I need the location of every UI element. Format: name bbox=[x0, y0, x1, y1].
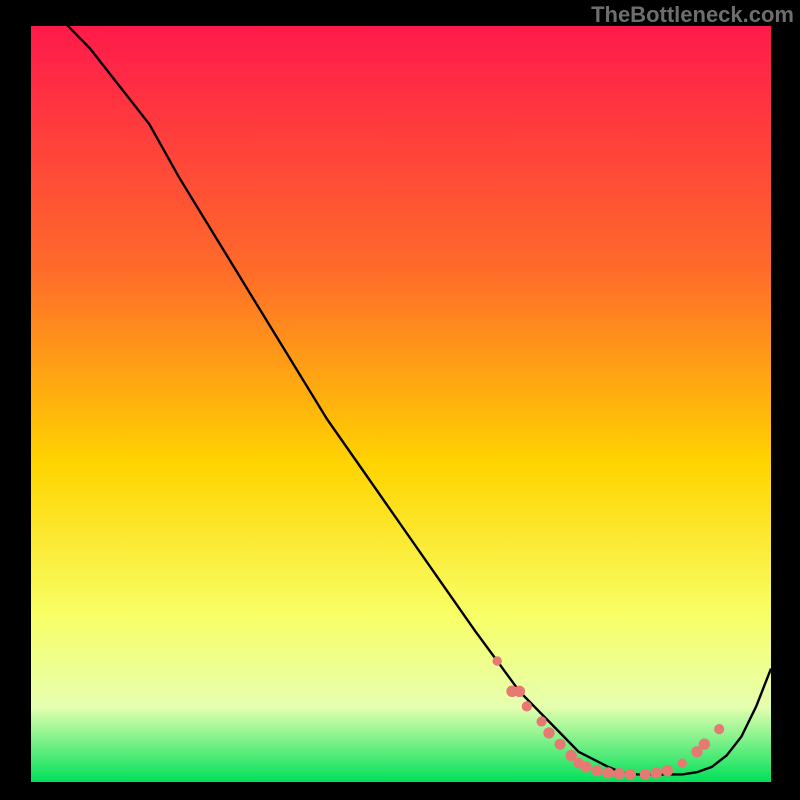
plot-area bbox=[31, 26, 771, 782]
valley-marker bbox=[699, 739, 709, 749]
valley-marker bbox=[614, 769, 624, 779]
valley-marker bbox=[581, 762, 591, 772]
valley-marker bbox=[514, 686, 524, 696]
valley-marker bbox=[566, 750, 576, 760]
valley-marker bbox=[715, 725, 724, 734]
valley-marker bbox=[592, 766, 602, 776]
valley-marker bbox=[603, 768, 613, 778]
valley-marker bbox=[625, 769, 635, 779]
valley-marker bbox=[662, 766, 672, 776]
watermark-label: TheBottleneck.com bbox=[591, 2, 794, 28]
valley-marker bbox=[555, 739, 565, 749]
valley-marker bbox=[493, 657, 501, 665]
gradient-background bbox=[31, 26, 771, 782]
valley-marker bbox=[522, 702, 531, 711]
valley-marker bbox=[678, 759, 686, 767]
valley-marker bbox=[651, 768, 661, 778]
chart-root: TheBottleneck.com bbox=[0, 0, 800, 800]
valley-marker bbox=[544, 728, 554, 738]
valley-marker bbox=[640, 769, 650, 779]
valley-marker bbox=[537, 717, 546, 726]
chart-svg bbox=[31, 26, 771, 782]
